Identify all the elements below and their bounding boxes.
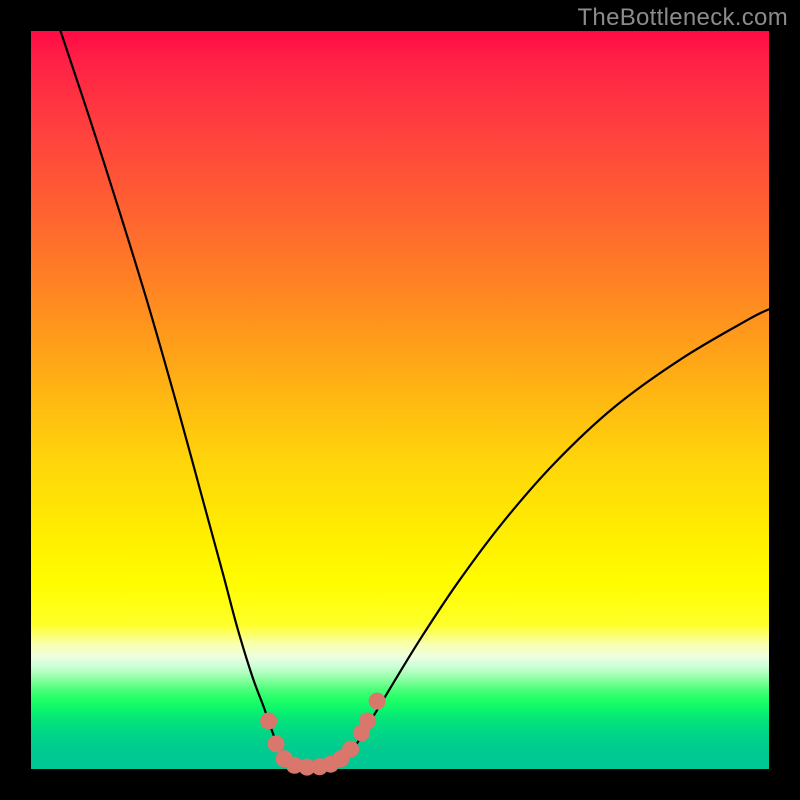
marker-dot [268, 735, 285, 752]
watermark-text: TheBottleneck.com [577, 4, 788, 32]
marker-dot [359, 713, 376, 730]
marker-dot [342, 741, 359, 758]
marker-dot [260, 713, 277, 730]
curve-left [61, 31, 278, 745]
chart-frame: TheBottleneck.com [0, 0, 800, 800]
marker-dot [369, 693, 386, 710]
chart-svg [31, 31, 769, 769]
curve-right [356, 309, 769, 745]
valley-markers [260, 693, 385, 776]
